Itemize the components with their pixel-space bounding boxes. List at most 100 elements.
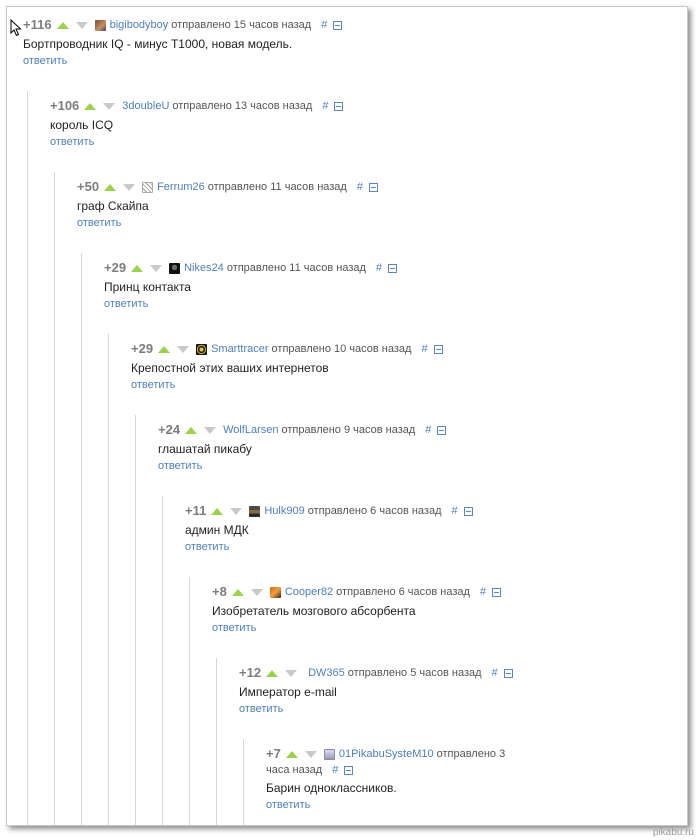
collapse-icon[interactable] (333, 20, 343, 30)
comment-permalink[interactable]: # (492, 665, 498, 681)
collapse-icon[interactable] (503, 668, 513, 678)
thread-line (135, 415, 136, 825)
upvote-icon[interactable] (285, 750, 298, 758)
downvote-icon[interactable] (230, 507, 243, 515)
comment-permalink[interactable]: # (425, 422, 431, 438)
collapse-icon[interactable] (344, 765, 354, 775)
reply-link[interactable]: ответить (158, 459, 446, 473)
comment-author[interactable]: Ferrum26 (157, 179, 205, 195)
comment-author[interactable]: 3doubleU (122, 98, 169, 114)
downvote-icon[interactable] (304, 750, 317, 758)
comment-author[interactable]: Cooper82 (285, 584, 333, 600)
collapse-icon[interactable] (492, 587, 502, 597)
comment-time: отправлено 15 часов назад (171, 19, 312, 31)
thread-line (162, 496, 163, 825)
collapse-icon[interactable] (334, 101, 344, 111)
comment-rating: +29 (131, 341, 154, 356)
comment-rating: +8 (212, 584, 227, 599)
upvote-icon[interactable] (158, 345, 171, 353)
comment-author[interactable]: Smarttracer (211, 341, 268, 357)
comment-text: Бортпроводник IQ - минус Т1000, новая мо… (23, 37, 293, 51)
comment-author[interactable]: 01PikabuSysteM10 (339, 746, 434, 762)
downvote-icon[interactable] (103, 102, 116, 110)
downvote-icon[interactable] (123, 183, 136, 191)
comment-rating: +50 (77, 179, 100, 194)
reply-link[interactable]: ответить (131, 378, 443, 392)
downvote-icon[interactable] (285, 669, 298, 677)
upvote-icon[interactable] (211, 507, 224, 515)
comment-rating: +7 (266, 746, 281, 761)
comment-permalink[interactable]: # (421, 341, 427, 357)
collapse-icon[interactable] (437, 425, 447, 435)
comment-time: отправлено 11 часов назад (226, 262, 366, 274)
comment-rating: +24 (158, 422, 181, 437)
user-avatar[interactable] (169, 262, 181, 274)
thread-line (81, 253, 82, 825)
collapse-icon[interactable] (388, 263, 398, 273)
user-avatar[interactable] (142, 181, 154, 193)
comment: +29 Smarttracer отправлено 10 часов наза… (131, 341, 443, 392)
comment-rating: +11 (185, 503, 207, 518)
comment-text: глашатай пикабу (158, 442, 252, 456)
downvote-icon[interactable] (204, 426, 217, 434)
comment-author[interactable]: DW365 (308, 665, 345, 681)
comment-text: граф Скайпа (77, 199, 149, 213)
comment: +50 Ferrum26 отправлено 11 часов назад #… (77, 179, 378, 230)
reply-link[interactable]: ответить (266, 798, 505, 812)
comment-text: король ICQ (50, 118, 114, 132)
reply-link[interactable]: ответить (185, 540, 473, 554)
comment-time: отправлено 13 часов назад (172, 100, 313, 112)
comment-author[interactable]: WolfLarsen (223, 422, 278, 438)
upvote-icon[interactable] (56, 21, 69, 29)
comment-author[interactable]: bigibodyboy (110, 17, 169, 33)
upvote-icon[interactable] (231, 588, 244, 596)
reply-link[interactable]: ответить (212, 621, 501, 635)
reply-link[interactable]: ответить (77, 216, 378, 230)
reply-link[interactable]: ответить (23, 54, 342, 68)
thread-line (54, 172, 55, 825)
site-watermark: pikabu.ru (652, 827, 694, 838)
comment-time: отправлено 5 часов назад (347, 667, 482, 679)
downvote-icon[interactable] (75, 21, 88, 29)
upvote-icon[interactable] (131, 264, 144, 272)
user-avatar[interactable] (196, 343, 208, 355)
comment: +11 Hulk909 отправлено 6 часов назад # а… (185, 503, 473, 554)
user-avatar[interactable] (323, 748, 335, 760)
comment-permalink[interactable]: # (376, 260, 382, 276)
comment-time: отправлено 11 часов назад (207, 181, 347, 193)
upvote-icon[interactable] (266, 669, 279, 677)
user-avatar[interactable] (269, 586, 281, 598)
user-avatar[interactable] (94, 19, 106, 31)
comment-time: отправлено 3 (436, 748, 506, 760)
comment-rating: +106 (50, 98, 80, 113)
comment-permalink[interactable]: # (480, 584, 486, 600)
comment-time: отправлено 6 часов назад (336, 586, 470, 598)
thread-line (108, 334, 109, 825)
comment-permalink[interactable]: # (332, 763, 338, 777)
comment-permalink[interactable]: # (322, 98, 328, 114)
comment: +7 01PikabuSysteM10 отправлено 3 часа на… (266, 746, 505, 812)
collapse-icon[interactable] (433, 344, 443, 354)
collapse-icon[interactable] (463, 506, 473, 516)
downvote-icon[interactable] (250, 588, 263, 596)
collapse-icon[interactable] (368, 182, 378, 192)
reply-link[interactable]: ответить (50, 135, 343, 149)
comment: +24 WolfLarsen отправлено 9 часов назад … (158, 422, 447, 473)
comment-time: часа назад (266, 764, 323, 776)
downvote-icon[interactable] (177, 345, 190, 353)
comment-time: отправлено 9 часов назад (281, 424, 416, 436)
user-avatar[interactable] (249, 505, 261, 517)
upvote-icon[interactable] (185, 426, 198, 434)
reply-link[interactable]: ответить (104, 297, 397, 311)
comment-text: Барин одноклассников. (266, 781, 397, 795)
upvote-icon[interactable] (104, 183, 117, 191)
reply-link[interactable]: ответить (239, 702, 513, 716)
downvote-icon[interactable] (150, 264, 163, 272)
comment-permalink[interactable]: # (321, 17, 327, 33)
comment-permalink[interactable]: # (357, 179, 363, 195)
upvote-icon[interactable] (84, 102, 97, 110)
comment-author[interactable]: Nikes24 (184, 260, 224, 276)
comment-permalink[interactable]: # (452, 503, 458, 519)
comment-author[interactable]: Hulk909 (264, 503, 304, 519)
comment-text: Крепостной этих ваших интернетов (131, 361, 329, 375)
